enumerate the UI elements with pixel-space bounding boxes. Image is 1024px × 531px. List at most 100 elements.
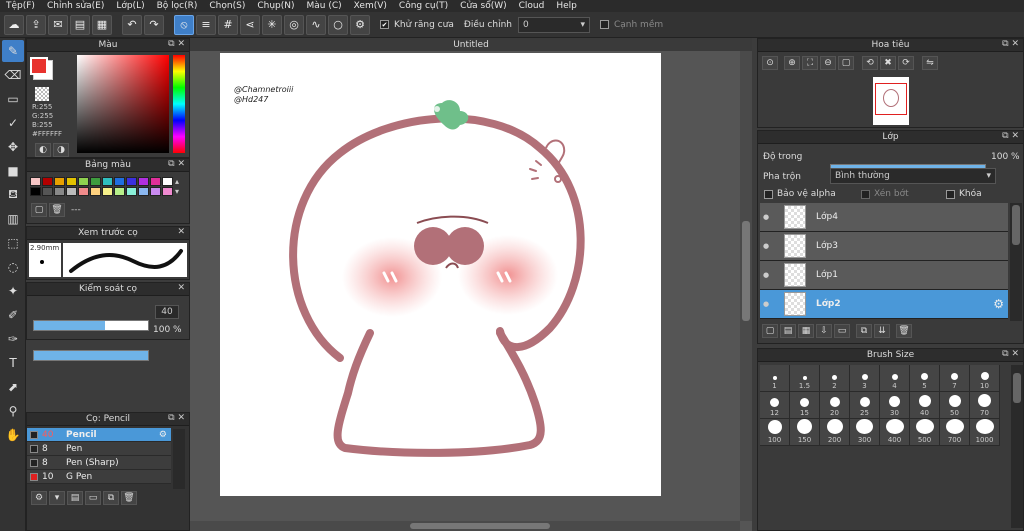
adjust-select[interactable]: 0 ▾	[517, 16, 590, 33]
menu-item[interactable]: Cửa sổ(W)	[454, 1, 512, 11]
menu-item[interactable]: Chỉnh sửa(E)	[41, 1, 110, 11]
panel-close-icon[interactable]: ⧉ ✕	[168, 159, 185, 169]
zoom-out-icon[interactable]: ⊖	[820, 56, 836, 70]
flip-icon[interactable]: ⇋	[922, 56, 938, 70]
lasso-tool-icon[interactable]: ◌	[2, 256, 24, 278]
brush-size-cell[interactable]: 700	[940, 419, 970, 446]
rect-select-icon[interactable]: ▭	[2, 88, 24, 110]
palette-swatch[interactable]	[162, 177, 173, 186]
menu-item[interactable]: Xem(V)	[348, 1, 393, 11]
merge-layer-icon[interactable]: ⇊	[874, 324, 890, 338]
layer-row[interactable]: ● Lớp4	[760, 203, 1008, 232]
settings-icon[interactable]: ⚙	[350, 14, 370, 35]
layer-row[interactable]: ● Lớp2 ⚙	[760, 290, 1008, 319]
clip-checkbox[interactable]	[861, 189, 870, 199]
brush-size-cell[interactable]: 100	[760, 419, 790, 446]
brush-delete-icon[interactable]: 🗑	[121, 491, 137, 505]
menu-item[interactable]: Tệp(F)	[0, 1, 41, 11]
brush-size-cell[interactable]: 20	[820, 392, 850, 419]
rotate-left-icon[interactable]: ⟲	[862, 56, 878, 70]
palette-swatch[interactable]	[54, 177, 65, 186]
lock-checkbox[interactable]	[946, 189, 955, 199]
palette-swatch[interactable]	[114, 177, 125, 186]
layer-icon[interactable]: ▤	[70, 14, 90, 35]
brush-size-cell[interactable]: 400	[880, 419, 910, 446]
brush-size-cell[interactable]: 1000	[970, 419, 1000, 446]
brush-opacity-slider[interactable]	[33, 350, 149, 361]
brush-size-cell[interactable]: 5	[910, 365, 940, 392]
brush-size-cell[interactable]: 7	[940, 365, 970, 392]
menu-item[interactable]: Bộ lọc(R)	[151, 1, 204, 11]
brush-size-scrollbar[interactable]	[1011, 365, 1023, 528]
color-mode-icon[interactable]: ◐	[35, 143, 51, 157]
fill-rect-icon[interactable]: ■	[2, 160, 24, 182]
concentric-snap-icon[interactable]: ◎	[284, 14, 304, 35]
palette-swatch[interactable]	[150, 177, 161, 186]
brush-size-cell[interactable]: 1.5	[790, 365, 820, 392]
layer-row[interactable]: ● Lớp1	[760, 261, 1008, 290]
brush-size-cell[interactable]: 40	[910, 392, 940, 419]
menu-item[interactable]: Công cụ(T)	[393, 1, 454, 11]
menu-item[interactable]: Chọn(S)	[203, 1, 251, 11]
palette-swatch[interactable]	[90, 187, 101, 196]
text-tool-icon[interactable]: T	[2, 352, 24, 374]
layer-row[interactable]: ● Lớp3	[760, 232, 1008, 261]
delete-layer-icon[interactable]: 🗑	[896, 324, 912, 338]
soft-edge-checkbox[interactable]	[599, 20, 609, 29]
palette-swatch[interactable]	[66, 187, 77, 196]
rotate-reset-icon[interactable]: ✖	[880, 56, 896, 70]
brush-list-item[interactable]: 40 Pencil ⚙	[27, 428, 171, 442]
new-8bit-layer-icon[interactable]: ▤	[780, 324, 796, 338]
duplicate-layer-icon[interactable]: ⧉	[856, 324, 872, 338]
brush-size-cell[interactable]: 4	[880, 365, 910, 392]
vanishing-snap-icon[interactable]: ⋖	[240, 14, 260, 35]
canvas-tab[interactable]: Untitled	[190, 38, 752, 51]
brush-size-cell[interactable]: 50	[940, 392, 970, 419]
panel-close-icon[interactable]: ✕	[177, 283, 185, 293]
brush-size-cell[interactable]: 1	[760, 365, 790, 392]
export-icon[interactable]: ⇪	[26, 14, 46, 35]
hue-slider[interactable]	[173, 55, 185, 153]
panel-close-icon[interactable]: ⧉ ✕	[1002, 39, 1019, 49]
palette-swatch[interactable]	[102, 187, 113, 196]
brush-tool-icon[interactable]: ✎	[2, 40, 24, 62]
brush-settings-icon[interactable]: ⚙	[159, 430, 167, 440]
brush-size-cell[interactable]: 500	[910, 419, 940, 446]
undo-icon[interactable]: ↶	[122, 14, 142, 35]
brush-list-item[interactable]: 8 Pen (Sharp)	[27, 456, 171, 470]
drawing-canvas[interactable]: @Chamnetroiii @Hd247	[220, 53, 661, 496]
menu-item[interactable]: Chụp(N)	[251, 1, 300, 11]
brush-size-cell[interactable]: 200	[820, 419, 850, 446]
brush-size-cell[interactable]: 2	[820, 365, 850, 392]
palette-swatch[interactable]	[30, 187, 41, 196]
gradient-tool-icon[interactable]: ▥	[2, 208, 24, 230]
curve-snap-icon[interactable]: ∿	[306, 14, 326, 35]
rotate-right-icon[interactable]: ⟳	[898, 56, 914, 70]
bucket-tool-icon[interactable]: ⛾	[2, 184, 24, 206]
brush-size-value[interactable]: 40	[155, 305, 179, 319]
select-tool-icon[interactable]: ⬚	[2, 232, 24, 254]
brush-size-cell[interactable]: 300	[850, 419, 880, 446]
brush-list-scrollbar[interactable]	[173, 429, 185, 489]
blend-mode-select[interactable]: Bình thường ▾	[830, 168, 996, 184]
visibility-icon[interactable]: ●	[760, 213, 772, 221]
brush-size-cell[interactable]: 15	[790, 392, 820, 419]
zoom-actual-icon[interactable]: ⛶	[802, 56, 818, 70]
cloud-icon[interactable]: ☁	[4, 14, 24, 35]
palette-swatch[interactable]	[66, 177, 77, 186]
move-tool-icon[interactable]: ✥	[2, 136, 24, 158]
brush-size-cell[interactable]: 30	[880, 392, 910, 419]
grid-snap-icon[interactable]: #	[218, 14, 238, 35]
palette-swatch[interactable]	[150, 187, 161, 196]
palette-swatch[interactable]	[114, 187, 125, 196]
palette-swatch[interactable]	[126, 177, 137, 186]
panel-close-icon[interactable]: ⧉ ✕	[168, 39, 185, 49]
menu-item[interactable]: Cloud	[513, 1, 551, 11]
brush-add-icon[interactable]: ▾	[49, 491, 65, 505]
panel-close-icon[interactable]: ✕	[177, 227, 185, 237]
brush-list-item[interactable]: 8 Pen	[27, 442, 171, 456]
panel-close-icon[interactable]: ⧉ ✕	[1002, 131, 1019, 141]
layer-scrollbar[interactable]	[1010, 203, 1022, 321]
circle-snap-icon[interactable]: ○	[328, 14, 348, 35]
brush-list-item[interactable]: 10 G Pen	[27, 470, 171, 484]
